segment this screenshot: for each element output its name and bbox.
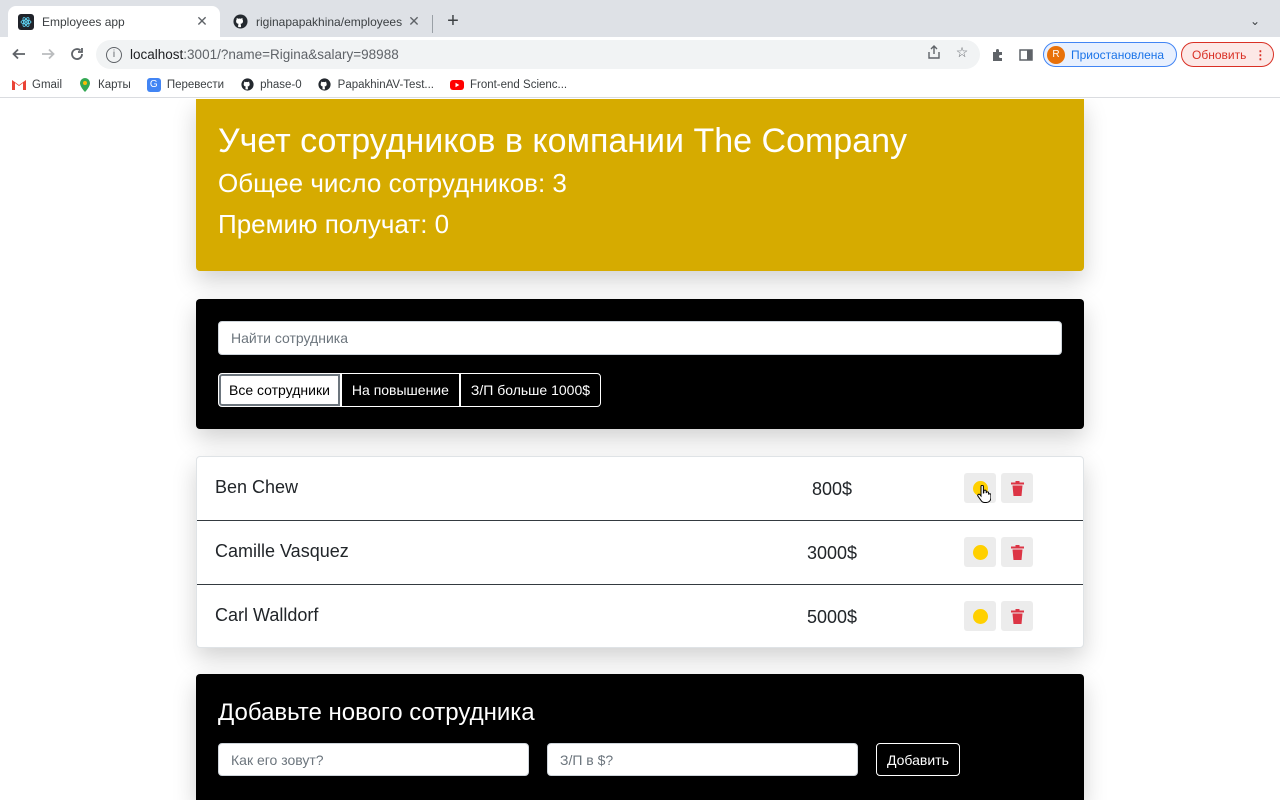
list-item: Ben Chew 800$	[197, 457, 1083, 521]
close-icon[interactable]: ✕	[406, 13, 422, 30]
employee-name[interactable]: Carl Walldorf	[215, 605, 318, 626]
bookmark-label: PapakhinAV-Test...	[337, 78, 434, 91]
youtube-icon	[449, 78, 464, 92]
list-item: Carl Walldorf 5000$	[197, 585, 1083, 649]
update-label: Обновить	[1192, 47, 1247, 62]
reload-icon[interactable]	[64, 41, 90, 67]
employee-name[interactable]: Ben Chew	[215, 477, 298, 498]
employee-salary-field[interactable]: З/П в $?	[547, 743, 858, 776]
add-employee-button[interactable]: Добавить	[876, 743, 960, 776]
bookmark-label: Перевести	[166, 78, 225, 91]
promote-button[interactable]	[964, 601, 996, 631]
employee-salary[interactable]: 800$	[757, 479, 907, 500]
forward-arrow-icon[interactable]	[35, 41, 61, 67]
hand-cursor-icon	[977, 484, 992, 508]
close-icon[interactable]: ✕	[194, 13, 210, 30]
tab-divider	[432, 15, 433, 33]
browser-toolbar: i localhost:3001/?name=Rigina&salary=989…	[0, 37, 1280, 72]
bookmarks-bar: Gmail Карты G Перевести phase-0 Papakhin…	[0, 72, 1280, 98]
app-info-panel: Учет сотрудников в компании The Company …	[196, 99, 1084, 271]
trash-icon	[1010, 544, 1024, 560]
back-arrow-icon[interactable]	[6, 41, 32, 67]
filter-all-button[interactable]: Все сотрудники	[218, 373, 341, 407]
profile-status: Приостановлена	[1071, 47, 1165, 62]
delete-button[interactable]	[1001, 601, 1033, 631]
translate-icon: G	[146, 77, 161, 92]
new-tab-icon[interactable]: +	[442, 10, 464, 32]
employee-name[interactable]: Camille Vasquez	[215, 541, 349, 562]
tab-title: Employees app	[42, 14, 125, 29]
react-icon	[18, 13, 34, 30]
bookmark-gmail[interactable]: Gmail	[12, 78, 62, 92]
bookmark-label: phase-0	[260, 78, 302, 91]
address-bar[interactable]: i localhost:3001/?name=Rigina&salary=989…	[96, 40, 980, 69]
avatar: R	[1047, 45, 1065, 64]
page-viewport: Учет сотрудников в компании The Company …	[0, 99, 1280, 800]
url-path: :3001/?name=Rigina&salary=98988	[183, 47, 399, 62]
bookmark-label: Gmail	[32, 78, 63, 91]
bookmark-phase-0[interactable]: phase-0	[240, 78, 302, 92]
delete-button[interactable]	[1001, 537, 1033, 567]
trash-icon	[1010, 480, 1024, 496]
list-item: Camille Vasquez 3000$	[197, 521, 1083, 585]
bookmark-label: Карты	[98, 78, 131, 91]
employee-name-field[interactable]: Как его зовут?	[218, 743, 529, 776]
github-icon	[240, 78, 254, 92]
page-title: Учет сотрудников в компании The Company	[218, 122, 908, 160]
url-host: localhost	[130, 47, 184, 62]
employee-list: Ben Chew 800$ Camille Vasquez 3000$ Carl	[196, 456, 1084, 648]
more-vert-icon: ⋮	[1254, 47, 1267, 62]
chevron-down-icon[interactable]: ⌄	[1244, 10, 1266, 32]
update-button[interactable]: Обновить ⋮	[1181, 42, 1274, 67]
employee-salary[interactable]: 3000$	[757, 543, 907, 564]
bookmark-papakhin[interactable]: PapakhinAV-Test...	[318, 78, 434, 92]
star-icon[interactable]: ☆	[951, 41, 973, 63]
bookmark-frontend-science[interactable]: Front-end Scienc...	[449, 78, 568, 92]
gmail-icon	[12, 78, 26, 92]
add-employee-title: Добавьте нового сотрудника	[218, 699, 535, 726]
employee-salary[interactable]: 5000$	[757, 607, 907, 628]
add-employee-form: Как его зовут? З/П в $? Добавить	[218, 743, 1062, 776]
search-input[interactable]: Найти сотрудника	[218, 321, 1062, 355]
share-icon[interactable]	[923, 41, 945, 63]
tab-github-repo[interactable]: riginapapakhina/employees ✕	[222, 6, 432, 37]
coin-icon	[972, 544, 988, 560]
search-panel: Найти сотрудника Все сотрудники На повыш…	[196, 299, 1084, 429]
delete-button[interactable]	[1001, 473, 1033, 503]
add-employee-panel: Добавьте нового сотрудника Как его зовут…	[196, 674, 1084, 800]
filter-promotion-button[interactable]: На повышение	[340, 373, 460, 407]
browser-tab-strip: Employees app ✕ riginapapakhina/employee…	[0, 0, 1280, 37]
bonus-count: Премию получат: 0	[218, 209, 450, 239]
filter-group: Все сотрудники На повышение З/П больше 1…	[218, 373, 1062, 407]
promote-button[interactable]	[964, 537, 996, 567]
maps-icon	[78, 77, 92, 92]
extensions-icon[interactable]	[987, 44, 1009, 66]
tab-employees-app[interactable]: Employees app ✕	[8, 6, 220, 37]
trash-icon	[1010, 608, 1024, 624]
info-icon[interactable]: i	[106, 46, 122, 63]
bookmark-label: Front-end Scienc...	[469, 78, 568, 91]
profile-button[interactable]: R Приостановлена	[1043, 42, 1177, 67]
side-panel-icon[interactable]	[1015, 44, 1037, 66]
github-icon	[232, 14, 248, 30]
coin-icon	[972, 608, 988, 624]
github-icon	[318, 78, 332, 92]
tab-title: riginapapakhina/employees	[256, 14, 403, 29]
bookmark-translate[interactable]: G Перевести	[146, 77, 225, 92]
bookmark-maps[interactable]: Карты	[78, 77, 131, 92]
filter-salary-button[interactable]: З/П больше 1000$	[459, 373, 602, 407]
employee-count: Общее число сотрудников: 3	[218, 168, 567, 198]
